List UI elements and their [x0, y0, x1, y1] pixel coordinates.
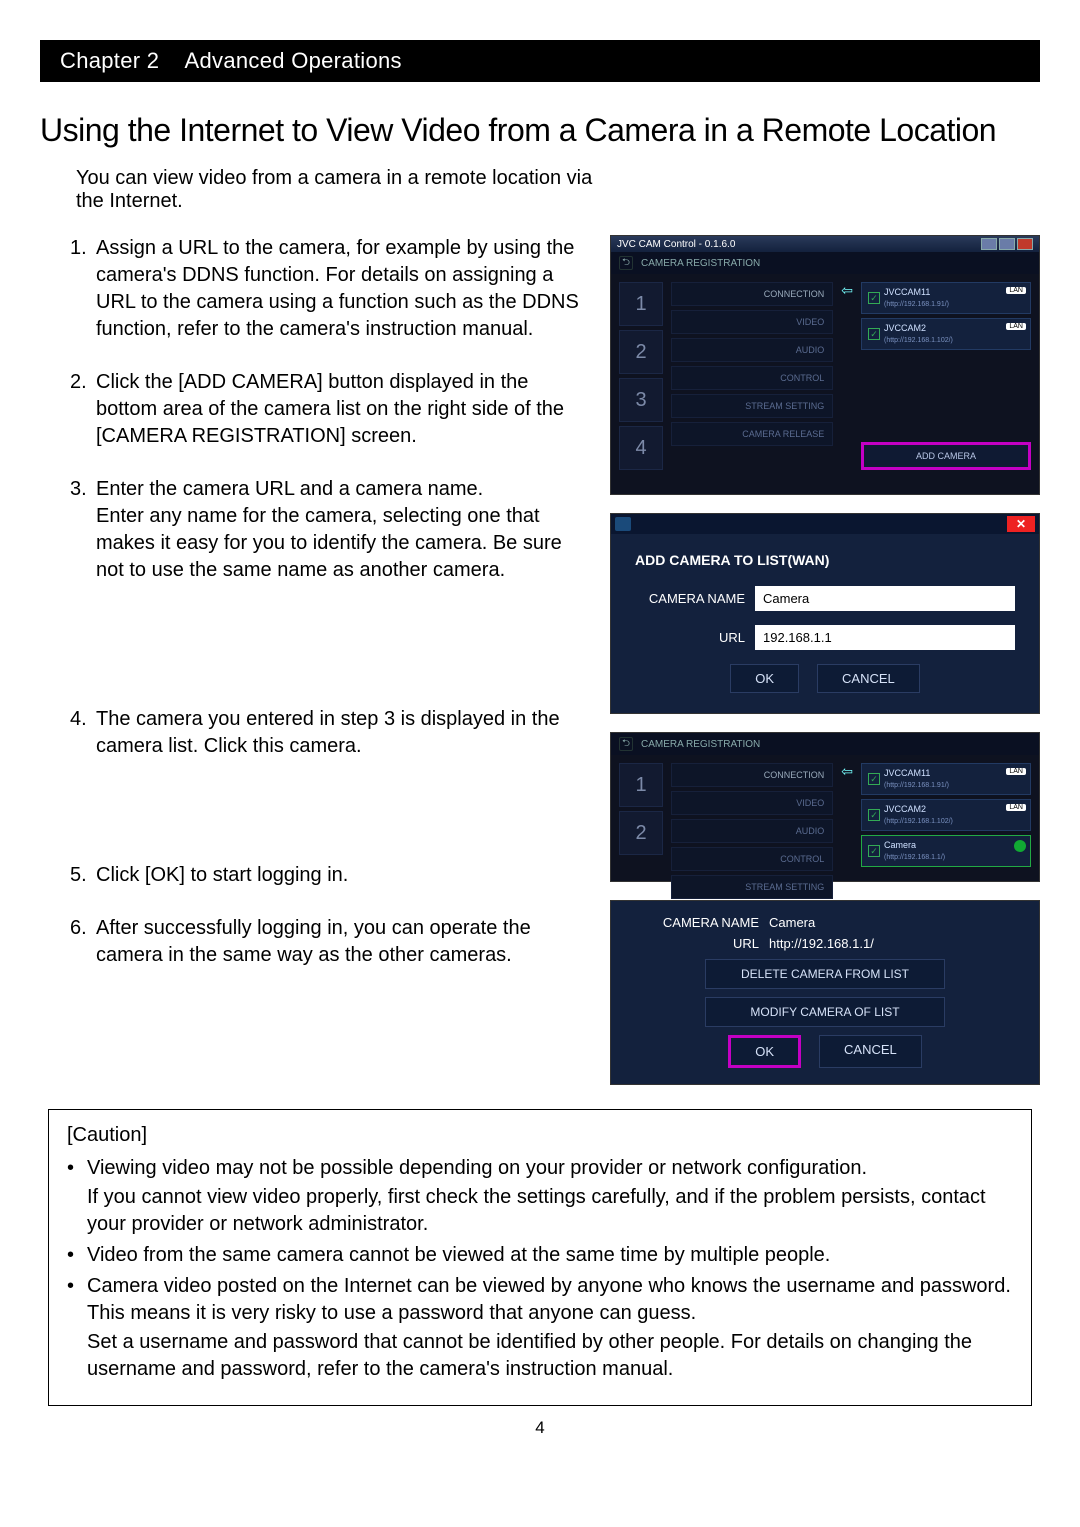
menu-video[interactable]: VIDEO [671, 310, 833, 334]
camera-entry-1[interactable]: ✓ JVCCAM11(http://192.168.1.91/) LAN [861, 282, 1031, 314]
menu-connection[interactable]: CONNECTION [671, 763, 833, 787]
screenshot-camera-registration: JVC CAM Control - 0.1.6.0 ⮌ CAMERA REGIS… [610, 235, 1040, 495]
back-icon[interactable]: ⮌ [619, 256, 633, 270]
camera-entry-wan[interactable]: ✓ Camera(http://192.168.1.1/) [861, 835, 1031, 867]
step-6: 6.After successfully logging in, you can… [70, 915, 590, 969]
menu-audio[interactable]: AUDIO [671, 819, 833, 843]
check-icon: ✓ [868, 292, 880, 304]
check-icon: ✓ [868, 845, 880, 857]
slot-1[interactable]: 1 [619, 763, 663, 807]
caution-item: Camera video posted on the Internet can … [67, 1273, 1013, 1383]
screenshot-camera-detail-dialog: CAMERA NAMECamera URLhttp://192.168.1.1/… [610, 900, 1040, 1085]
menu-audio[interactable]: AUDIO [671, 338, 833, 362]
chapter-number: Chapter 2 [60, 48, 159, 73]
menu-stream[interactable]: STREAM SETTING [671, 394, 833, 418]
check-icon: ✓ [868, 328, 880, 340]
menu-stream[interactable]: STREAM SETTING [671, 875, 833, 899]
steps-list: 1.Assign a URL to the camera, for exampl… [70, 235, 590, 969]
page-number: 4 [40, 1418, 1040, 1438]
assign-arrow-icon: ⇦ [841, 763, 853, 899]
screen-name: CAMERA REGISTRATION [641, 258, 760, 269]
url-label: URL [635, 630, 745, 645]
screenshot-add-camera-dialog: ✕ ADD CAMERA TO LIST(WAN) CAMERA NAME UR… [610, 513, 1040, 714]
slot-2[interactable]: 2 [619, 330, 663, 374]
slot-1[interactable]: 1 [619, 282, 663, 326]
step-1: 1.Assign a URL to the camera, for exampl… [70, 235, 590, 343]
camera-entry-2[interactable]: ✓ JVCCAM2(http://192.168.1.102/) LAN [861, 799, 1031, 831]
close-icon[interactable] [1017, 238, 1033, 250]
modify-camera-button[interactable]: MODIFY CAMERA OF LIST [705, 997, 945, 1027]
chapter-bar: Chapter 2 Advanced Operations [40, 40, 1040, 82]
caution-item: Video from the same camera cannot be vie… [67, 1242, 1013, 1269]
check-icon: ✓ [868, 809, 880, 821]
lan-badge: LAN [1006, 287, 1026, 294]
maximize-icon[interactable] [999, 238, 1015, 250]
camera-name-input[interactable] [755, 586, 1015, 611]
caution-heading: [Caution] [67, 1124, 1013, 1147]
assign-arrow-icon: ⇦ [841, 282, 853, 470]
step-2: 2.Click the [ADD CAMERA] button displaye… [70, 369, 590, 450]
app-icon [615, 517, 631, 531]
slot-4[interactable]: 4 [619, 426, 663, 470]
screen-name: CAMERA REGISTRATION [641, 739, 760, 750]
caution-box: [Caution] Viewing video may not be possi… [48, 1109, 1032, 1406]
camera-name-label: CAMERA NAME [635, 591, 745, 606]
lan-badge: LAN [1006, 804, 1026, 811]
url-input[interactable] [755, 625, 1015, 650]
caution-item: Viewing video may not be possible depend… [67, 1155, 1013, 1238]
minimize-icon[interactable] [981, 238, 997, 250]
menu-release[interactable]: CAMERA RELEASE [671, 422, 833, 446]
menu-control[interactable]: CONTROL [671, 847, 833, 871]
add-camera-button[interactable]: ADD CAMERA [861, 442, 1031, 470]
screenshot-camera-list-updated: ⮌ CAMERA REGISTRATION 1 2 CONNECTION VID… [610, 732, 1040, 882]
back-icon[interactable]: ⮌ [619, 737, 633, 751]
ok-button[interactable]: OK [728, 1035, 801, 1068]
camera-entry-1[interactable]: ✓ JVCCAM11(http://192.168.1.91/) LAN [861, 763, 1031, 795]
url-label: URL [639, 936, 759, 951]
lan-badge: LAN [1006, 768, 1026, 775]
cancel-button[interactable]: CANCEL [817, 664, 920, 693]
chapter-title: Advanced Operations [185, 48, 402, 73]
menu-control[interactable]: CONTROL [671, 366, 833, 390]
menu-video[interactable]: VIDEO [671, 791, 833, 815]
ok-button[interactable]: OK [730, 664, 799, 693]
step-3: 3.Enter the camera URL and a camera name… [70, 476, 590, 584]
step-5: 5.Click [OK] to start logging in. [70, 862, 590, 889]
step-4: 4.The camera you entered in step 3 is di… [70, 706, 590, 760]
slot-2[interactable]: 2 [619, 811, 663, 855]
window-title: JVC CAM Control - 0.1.6.0 [617, 239, 735, 250]
lan-badge: LAN [1006, 323, 1026, 330]
camera-name-label: CAMERA NAME [639, 915, 759, 930]
intro-text: You can view video from a camera in a re… [76, 167, 616, 213]
check-icon: ✓ [868, 773, 880, 785]
slot-3[interactable]: 3 [619, 378, 663, 422]
menu-connection[interactable]: CONNECTION [671, 282, 833, 306]
delete-camera-button[interactable]: DELETE CAMERA FROM LIST [705, 959, 945, 989]
wan-icon [1014, 840, 1026, 852]
camera-entry-2[interactable]: ✓ JVCCAM2(http://192.168.1.102/) LAN [861, 318, 1031, 350]
cancel-button[interactable]: CANCEL [819, 1035, 922, 1068]
close-icon[interactable]: ✕ [1007, 516, 1035, 532]
dialog-title: ADD CAMERA TO LIST(WAN) [635, 552, 1015, 568]
page-title: Using the Internet to View Video from a … [40, 112, 1040, 149]
